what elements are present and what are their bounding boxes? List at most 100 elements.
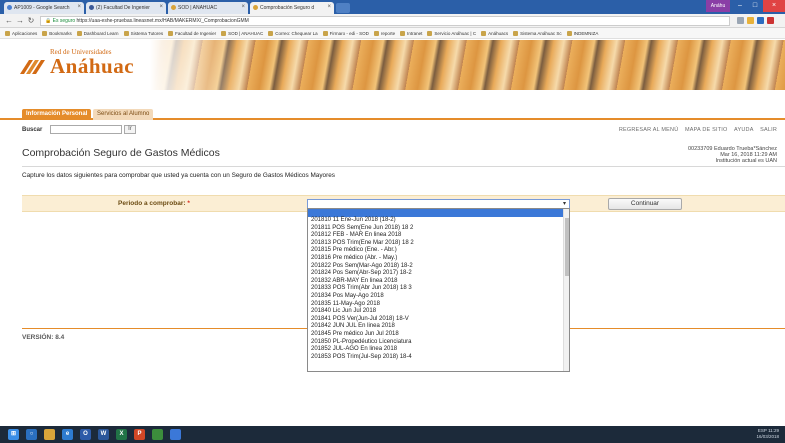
dropdown-option[interactable]: 201810 11 Ene-Jun 2018 (18-2) [308, 217, 569, 225]
header-banner: Red de Universidades Anáhuac [0, 40, 785, 90]
close-icon[interactable]: × [77, 4, 81, 10]
dropdown-option[interactable]: 201832 ABR-MAY En linea 2018 [308, 278, 569, 286]
windows-start-icon[interactable]: ⊞ [8, 429, 19, 440]
browser-tab[interactable]: SOD | ANAHUAC × [168, 2, 248, 14]
dropdown-option[interactable]: 201811 POS Sem(Ene Jun 2018) 18 2 [308, 225, 569, 233]
word-icon[interactable]: W [98, 429, 109, 440]
header-photo [150, 40, 785, 90]
dropdown-option[interactable]: 201853 POS Trim(Jul-Sep 2018) 18-4 [308, 354, 569, 362]
bookmark-item[interactable]: reporte [373, 28, 396, 38]
excel-icon[interactable]: X [116, 429, 127, 440]
bookmark-item[interactable]: INDEMNIZA [566, 28, 599, 38]
zoom-icon[interactable] [737, 17, 744, 24]
dropdown-scrollbar[interactable] [563, 209, 569, 371]
bookmark-label: Sistema Anáhuac Sc [520, 31, 562, 36]
bookmark-label: Facultad de Ingenier [175, 31, 217, 36]
url-input[interactable]: 🔒 Es seguro https://uaa-eshe-pruebas.lin… [40, 16, 730, 26]
menu-icon[interactable] [767, 17, 774, 24]
url-text: https://uaa-eshe-pruebas.lineasnet.mx/HA… [76, 18, 249, 24]
secure-label: Es seguro [52, 18, 76, 24]
dropdown-option[interactable]: 201834 Pos May-Ago 2018 [308, 293, 569, 301]
dropdown-option[interactable]: 201850 PL-Propedéutico Licenciatura [308, 339, 569, 347]
dropdown-option[interactable]: 201845 Pre médico Jun Jul 2018 [308, 331, 569, 339]
chrome-icon[interactable] [170, 429, 181, 440]
institution: Institución actual es UAN [715, 158, 777, 165]
forward-icon[interactable]: → [15, 16, 25, 26]
tab-informacion-personal[interactable]: Información Personal [22, 109, 92, 120]
star-icon[interactable] [747, 17, 754, 24]
bookmark-item[interactable]: Sistema Tutores [123, 28, 164, 38]
back-icon[interactable]: ← [4, 16, 14, 26]
bookmark-icon [221, 31, 227, 36]
search-go-button[interactable]: Ir [124, 125, 136, 134]
bookmark-icon [268, 31, 274, 36]
link-mapa-sitio[interactable]: MAPA DE SITIO [685, 127, 728, 133]
minimize-icon[interactable]: – [733, 0, 747, 12]
bookmark-label: Servicio Anáhuac | C [434, 31, 477, 36]
continue-button[interactable]: Continuar [608, 198, 682, 210]
bookmark-item[interactable]: Dashboard Learn [76, 28, 119, 38]
tab-servicios-alumno[interactable]: Servicios al Alumno [93, 109, 154, 120]
new-tab-button[interactable] [336, 3, 350, 13]
version-label: VERSIÓN: 8.4 [22, 334, 65, 341]
close-icon[interactable]: × [159, 4, 163, 10]
search-icon[interactable]: ○ [26, 429, 37, 440]
bookmark-label: reporte [380, 31, 396, 36]
dropdown-option[interactable]: 201840 Lic Jun Jul 2018 [308, 308, 569, 316]
powerpoint-icon[interactable]: P [134, 429, 145, 440]
file-explorer-icon[interactable] [44, 429, 55, 440]
system-tray[interactable]: ESP 11:29 16/03/2018 [756, 428, 779, 440]
dropdown-option[interactable]: 201833 POS Trim(Abr Jun 2018) 18 3 [308, 285, 569, 293]
bookmark-item[interactable]: SOD | ANAHUAC [221, 28, 264, 38]
dropdown-option[interactable]: 201822 Pos Sem(Mar-Ago 2018) 18-2 [308, 263, 569, 271]
bookmark-item[interactable]: Firmaro - edi - SOD [322, 28, 369, 38]
outlook-icon[interactable]: O [80, 429, 91, 440]
edge-icon[interactable]: e [62, 429, 73, 440]
bookmark-item[interactable]: Anáhuacs [481, 28, 509, 38]
app-tabs: Información Personal Servicios al Alumno [0, 108, 785, 120]
bookmark-item[interactable]: Servicio Anáhuac | C [427, 28, 477, 38]
search-input[interactable] [50, 125, 122, 134]
clock-date: 16/03/2018 [756, 434, 779, 439]
bookmark-label: Anáhuacs [488, 31, 509, 36]
profile-button[interactable]: Anáhu [706, 0, 730, 12]
app-icon[interactable] [152, 429, 163, 440]
bookmark-icon [400, 31, 406, 36]
link-regresar-menu[interactable]: REGRESAR AL MENÚ [619, 127, 679, 133]
close-icon[interactable]: × [327, 4, 331, 10]
period-dropdown-list[interactable]: 201810 11 Ene-Jun 2018 (18-2) 201811 POS … [307, 208, 570, 372]
bookmark-item[interactable]: Aplicaciones [5, 28, 37, 38]
browser-tab[interactable]: AP1009 - Google Search × [4, 2, 84, 14]
browser-tab[interactable]: (2) Facultad De Ingenier × [86, 2, 166, 14]
dropdown-option[interactable]: 201813 POS Trim(Ene Mar 2018) 18 2 [308, 240, 569, 248]
dropdown-highlight[interactable] [308, 209, 569, 217]
dropdown-option[interactable]: 201841 POS Ver(Jun-Jul 2018) 18-V [308, 316, 569, 324]
dropdown-option[interactable]: 201842 JUN JUL En linea 2018 [308, 323, 569, 331]
reload-icon[interactable]: ↻ [26, 16, 36, 26]
link-salir[interactable]: SALIR [760, 127, 777, 133]
bookmark-item[interactable]: Bookmarks [42, 28, 72, 38]
dropdown-option[interactable]: 201852 JUL-AGO En linea 2018 [308, 346, 569, 354]
browser-tab-label: Comprobación Seguro d [260, 5, 315, 11]
bookmark-item[interactable]: Intranet [400, 28, 422, 38]
extension-icon[interactable] [757, 17, 764, 24]
dropdown-option[interactable]: 201812 FEB - MAR En linea 2018 [308, 232, 569, 240]
close-window-icon[interactable]: × [763, 0, 785, 12]
close-icon[interactable]: × [241, 4, 245, 10]
dropdown-option[interactable]: 201835 11-May-Ago 2018 [308, 301, 569, 309]
dropdown-option[interactable]: 201816 Pre médico (Abr. - May.) [308, 255, 569, 263]
dropdown-option[interactable]: 201815 Pre médico (Ene. - Abr.) [308, 247, 569, 255]
bookmark-item[interactable]: Facultad de Ingenier [168, 28, 217, 38]
link-ayuda[interactable]: AYUDA [734, 127, 754, 133]
maximize-icon[interactable]: □ [748, 0, 762, 12]
bookmark-icon [42, 31, 48, 36]
dropdown-option[interactable]: 201824 Pos Sem(Abr-Sep 2017) 18-2 [308, 270, 569, 278]
bookmark-label: SOD | ANAHUAC [228, 31, 264, 36]
bookmark-label: Sistema Tutores [130, 31, 164, 36]
scrollbar-thumb[interactable] [565, 218, 569, 276]
bookmark-label: INDEMNIZA [573, 31, 599, 36]
browser-tab-active[interactable]: Comprobación Seguro d × [250, 2, 334, 14]
bookmark-item[interactable]: Correo: Chequear La [268, 28, 318, 38]
bookmark-icon [123, 31, 129, 36]
bookmark-item[interactable]: Sistema Anáhuac Sc [513, 28, 562, 38]
